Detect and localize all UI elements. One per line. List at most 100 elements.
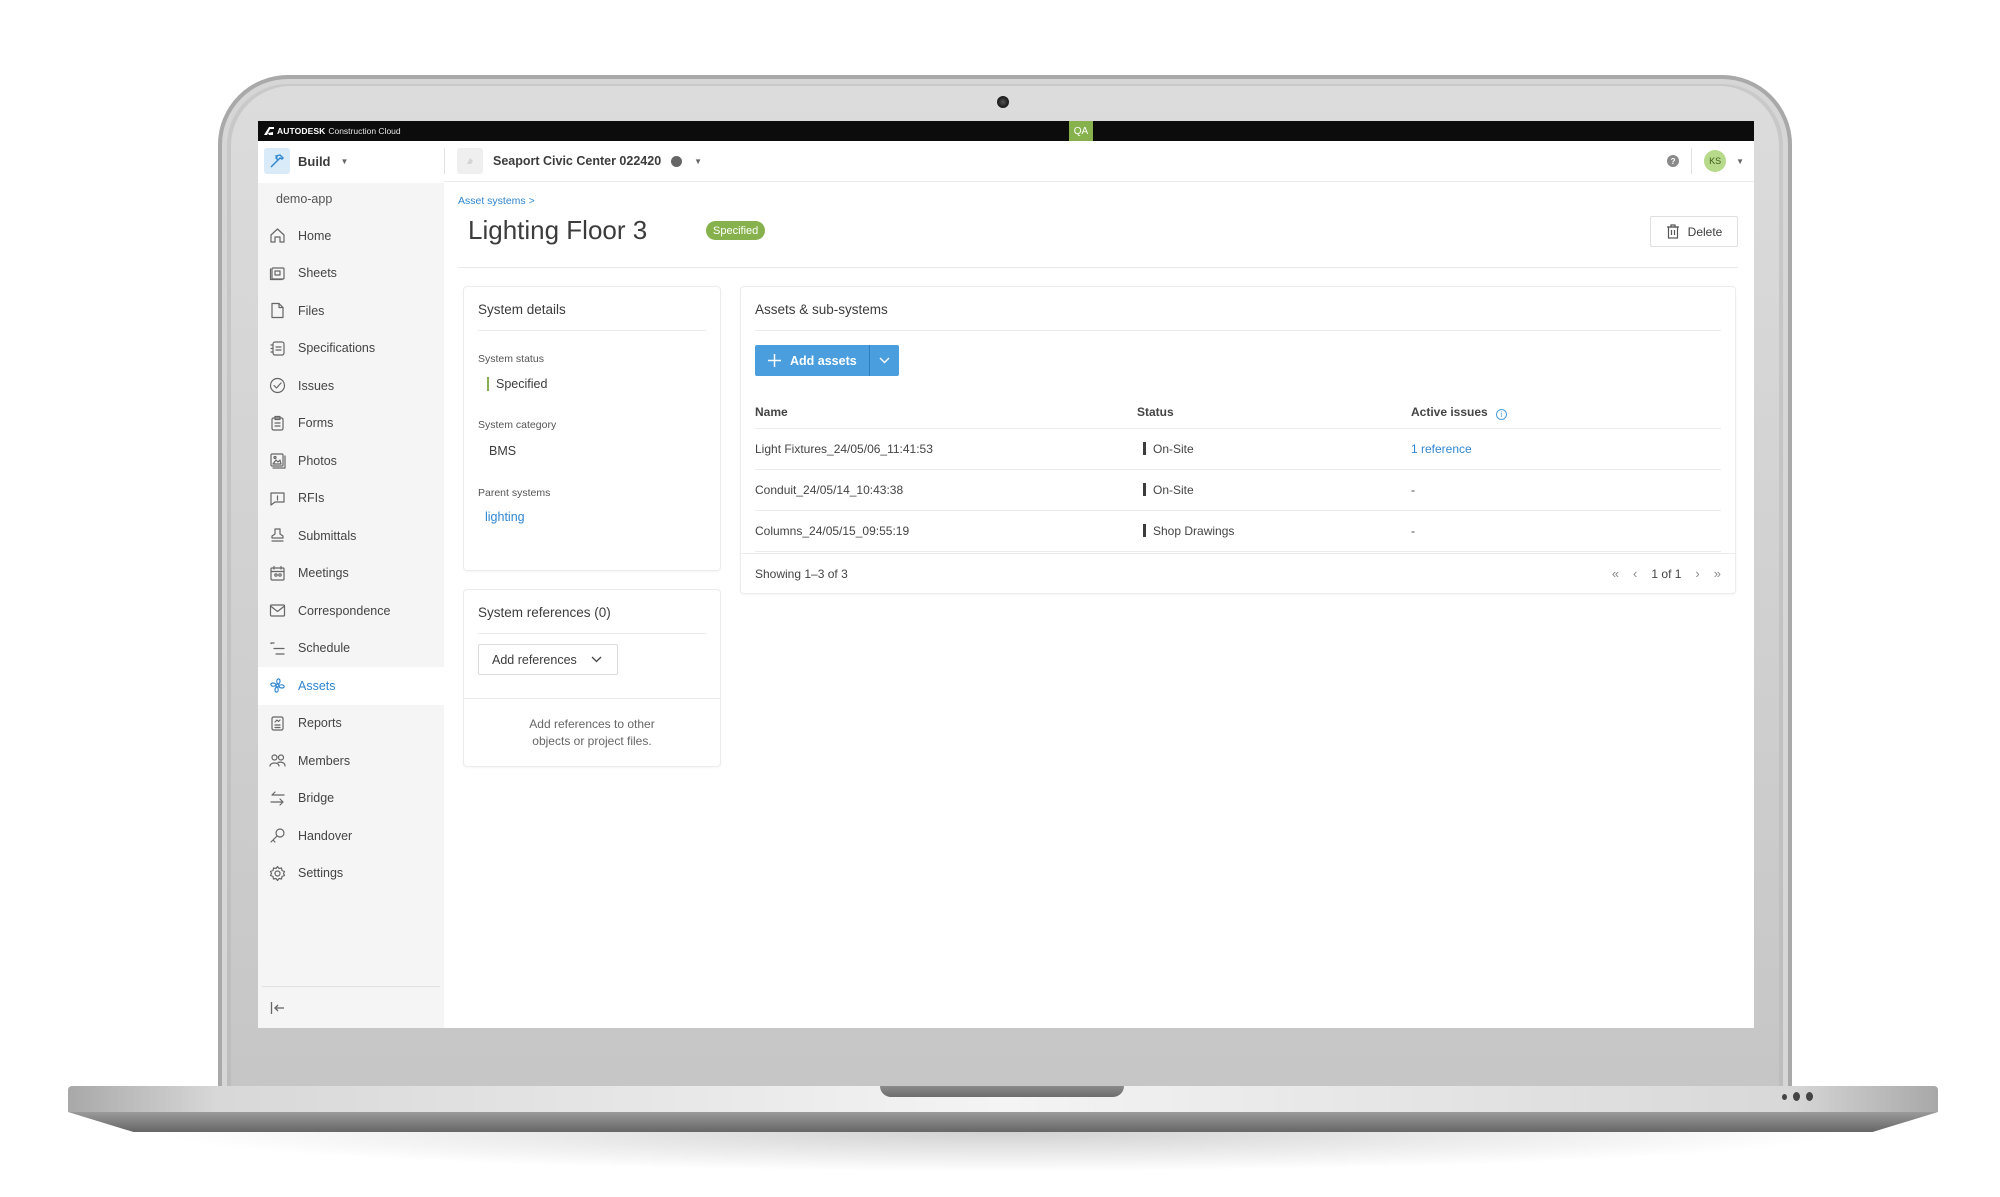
caret-down-icon: ▼ xyxy=(1736,156,1744,166)
brand-name: AUTODESK xyxy=(277,126,326,136)
globe-icon xyxy=(671,155,683,167)
laptop-indicator-lights xyxy=(1782,1092,1813,1101)
sidebar-item-forms[interactable]: Forms xyxy=(258,405,444,443)
trash-icon xyxy=(1666,224,1679,239)
previous-page-icon[interactable]: ‹ xyxy=(1633,566,1637,581)
issues-reference-link[interactable]: 1 reference xyxy=(1411,442,1472,456)
sidebar-item-handover[interactable]: Handover xyxy=(258,817,444,855)
asset-status: Shop Drawings xyxy=(1137,510,1411,552)
project-thumbnail xyxy=(457,148,483,174)
info-icon[interactable]: i xyxy=(1495,408,1507,420)
project-switcher[interactable]: Seaport Civic Center 022420 ▼ xyxy=(445,148,702,174)
sidebar-nav: Home Sheets Files Specifications Issues Forms… xyxy=(258,217,444,892)
indicator-light xyxy=(1793,1092,1800,1101)
caret-down-icon: ▼ xyxy=(340,156,349,166)
table-row[interactable]: Conduit_24/05/14_10:43:38 On-Site - xyxy=(755,469,1721,511)
sidebar-item-meetings[interactable]: Meetings xyxy=(258,555,444,593)
sidebar-item-label: Sheets xyxy=(298,266,337,281)
sidebar: demo-app Home Sheets Files Specifications Is… xyxy=(258,183,444,1028)
indicator-light xyxy=(1782,1093,1787,1100)
sidebar-item-label: Schedule xyxy=(298,641,351,656)
add-assets-button[interactable]: Add assets xyxy=(755,345,869,376)
sidebar-item-schedule[interactable]: Schedule xyxy=(258,630,444,668)
system-category-value: BMS xyxy=(489,444,517,458)
add-references-dropdown[interactable]: Add references xyxy=(478,644,618,675)
column-header-label: Active issues xyxy=(1411,404,1488,419)
autodesk-brand[interactable]: AUTODESK Construction Cloud xyxy=(264,126,401,136)
autodesk-logo-icon xyxy=(264,127,274,135)
header-actions: ? KS ▼ xyxy=(1667,148,1754,174)
schedule-icon xyxy=(268,639,286,657)
sidebar-item-issues[interactable]: Issues xyxy=(258,367,444,405)
system-references-card: System references (0) Add references Add… xyxy=(464,590,720,766)
product-switcher[interactable]: Build ▼ xyxy=(258,140,444,182)
sidebar-item-assets[interactable]: Assets xyxy=(258,667,444,705)
sidebar-item-bridge[interactable]: Bridge xyxy=(258,780,444,818)
issues-value: - xyxy=(1411,482,1415,497)
column-header-name[interactable]: Name xyxy=(755,397,1137,429)
card-divider xyxy=(755,330,1721,331)
asset-status: On-Site xyxy=(1137,428,1411,470)
assets-fan-icon xyxy=(268,677,286,695)
header-divider xyxy=(1691,148,1693,174)
asset-name[interactable]: Light Fixtures_24/05/06_11:41:53 xyxy=(755,428,1137,470)
org-name: demo-app xyxy=(276,192,333,206)
user-menu[interactable]: KS ▼ xyxy=(1704,150,1744,172)
column-header-active-issues[interactable]: Active issues i xyxy=(1411,397,1721,429)
sidebar-item-members[interactable]: Members xyxy=(258,742,444,780)
report-icon xyxy=(268,714,286,732)
calendar-people-icon xyxy=(268,564,286,582)
table-row[interactable]: Columns_24/05/15_09:55:19 Shop Drawings - xyxy=(755,510,1721,552)
laptop-shadow xyxy=(150,1132,1850,1172)
sidebar-item-label: Photos xyxy=(298,453,337,468)
members-icon xyxy=(268,752,286,770)
first-page-icon[interactable]: « xyxy=(1612,566,1619,581)
card-title: System references (0) xyxy=(478,605,611,620)
status-indicator xyxy=(1143,441,1146,455)
column-header-status[interactable]: Status xyxy=(1137,397,1411,429)
chevron-down-icon xyxy=(591,656,602,663)
avatar: KS xyxy=(1704,150,1727,172)
system-status-value: Specified xyxy=(496,377,548,391)
system-status: Specified xyxy=(487,377,720,391)
help-icon[interactable]: ? xyxy=(1667,155,1680,167)
sidebar-item-label: Assets xyxy=(298,678,336,693)
sidebar-item-reports[interactable]: Reports xyxy=(258,705,444,743)
showing-count: Showing 1–3 of 3 xyxy=(755,566,848,581)
app-header: Build ▼ Seaport Civic Center 022420 ▼ ? … xyxy=(258,140,1754,182)
parent-system-link[interactable]: lighting xyxy=(485,510,720,524)
sidebar-item-label: Submittals xyxy=(298,528,357,543)
collapse-left-icon[interactable] xyxy=(270,1001,286,1015)
specifications-icon xyxy=(268,339,286,357)
global-topbar: AUTODESK Construction Cloud QA xyxy=(258,121,1754,141)
add-assets-label: Add assets xyxy=(790,353,857,368)
indicator-light xyxy=(1806,1092,1813,1101)
last-page-icon[interactable]: » xyxy=(1714,566,1721,581)
sidebar-item-submittals[interactable]: Submittals xyxy=(258,517,444,555)
references-empty-state: Add references to other objects or proje… xyxy=(464,698,720,750)
pagination: « ‹ 1 of 1 › » xyxy=(1612,566,1721,581)
card-title: System details xyxy=(478,302,566,317)
sidebar-item-label: Forms xyxy=(298,416,334,431)
delete-button[interactable]: Delete xyxy=(1650,216,1738,247)
card-divider xyxy=(478,330,706,331)
bridge-arrows-icon xyxy=(268,789,286,807)
sidebar-item-photos[interactable]: Photos xyxy=(258,442,444,480)
sidebar-item-home[interactable]: Home xyxy=(258,217,444,255)
sidebar-item-correspondence[interactable]: Correspondence xyxy=(258,592,444,630)
sidebar-item-sheets[interactable]: Sheets xyxy=(258,255,444,293)
asset-active-issues: 1 reference xyxy=(1411,428,1721,470)
sidebar-item-label: Correspondence xyxy=(298,603,391,618)
add-assets-menu-button[interactable] xyxy=(869,345,899,376)
sidebar-item-settings[interactable]: Settings xyxy=(258,855,444,893)
asset-name[interactable]: Columns_24/05/15_09:55:19 xyxy=(755,510,1137,552)
sidebar-item-files[interactable]: Files xyxy=(258,292,444,330)
table-row[interactable]: Light Fixtures_24/05/06_11:41:53 On-Site 1… xyxy=(755,428,1721,470)
asset-name[interactable]: Conduit_24/05/14_10:43:38 xyxy=(755,469,1137,511)
sidebar-item-rfis[interactable]: RFIs xyxy=(258,480,444,518)
breadcrumb[interactable]: Asset systems > xyxy=(458,195,535,207)
asset-active-issues: - xyxy=(1411,469,1721,511)
sidebar-item-specifications[interactable]: Specifications xyxy=(258,330,444,368)
next-page-icon[interactable]: › xyxy=(1695,566,1699,581)
sidebar-item-label: Specifications xyxy=(298,341,376,356)
